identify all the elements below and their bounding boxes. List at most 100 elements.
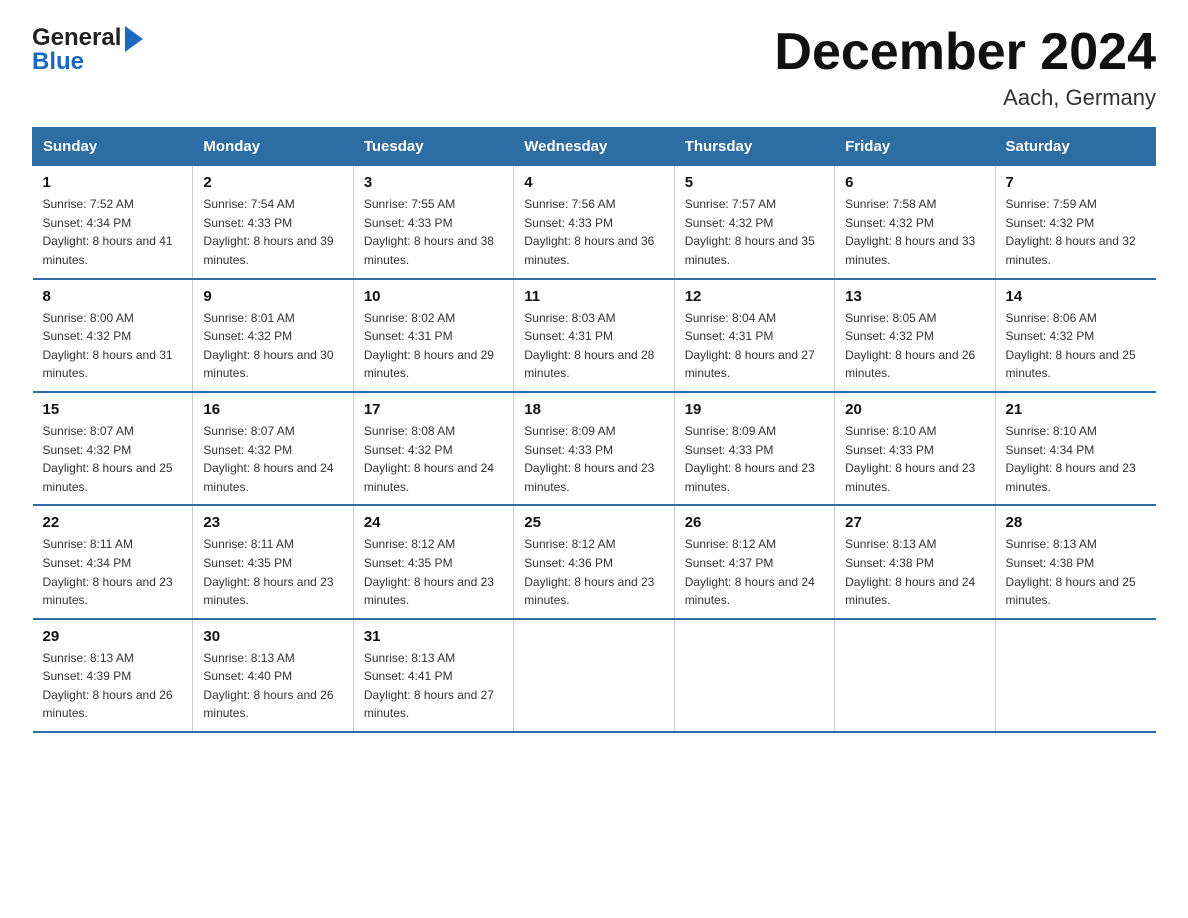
- day-number: 12: [685, 288, 824, 305]
- calendar-cell: 14 Sunrise: 8:06 AMSunset: 4:32 PMDayligh…: [995, 279, 1155, 392]
- calendar-cell: 2Sunrise: 7:54 AMSunset: 4:33 PMDaylight…: [193, 166, 353, 279]
- day-number: 28: [1006, 514, 1146, 531]
- calendar-cell: 26Sunrise: 8:12 AMSunset: 4:37 PMDayligh…: [674, 505, 834, 618]
- day-info: Sunrise: 8:05 AMSunset: 4:32 PMDaylight:…: [845, 309, 984, 383]
- calendar-table: SundayMondayTuesdayWednesdayThursdayFrid…: [32, 127, 1156, 733]
- day-info: Sunrise: 8:13 AMSunset: 4:38 PMDaylight:…: [1006, 535, 1146, 609]
- location: Aach, Germany: [774, 85, 1156, 111]
- weekday-header-wednesday: Wednesday: [514, 128, 674, 166]
- day-number: 3: [364, 174, 503, 191]
- day-number: 4: [524, 174, 663, 191]
- calendar-cell: 4Sunrise: 7:56 AMSunset: 4:33 PMDaylight…: [514, 166, 674, 279]
- calendar-cell: 10 Sunrise: 8:02 AMSunset: 4:31 PMDayligh…: [353, 279, 513, 392]
- day-number: 29: [43, 628, 183, 645]
- day-info: Sunrise: 8:12 AMSunset: 4:36 PMDaylight:…: [524, 535, 663, 609]
- calendar-cell: 11Sunrise: 8:03 AMSunset: 4:31 PMDayligh…: [514, 279, 674, 392]
- day-number: 16: [203, 401, 342, 418]
- weekday-header-tuesday: Tuesday: [353, 128, 513, 166]
- day-number: 13: [845, 288, 984, 305]
- day-number: 1: [43, 174, 183, 191]
- day-info: Sunrise: 8:00 AMSunset: 4:32 PMDaylight:…: [43, 309, 183, 383]
- day-info: Sunrise: 8:11 AMSunset: 4:35 PMDaylight:…: [203, 535, 342, 609]
- calendar-cell: 16 Sunrise: 8:07 AMSunset: 4:32 PMDayligh…: [193, 392, 353, 505]
- day-info: Sunrise: 8:04 AMSunset: 4:31 PMDaylight:…: [685, 309, 824, 383]
- calendar-cell: 27 Sunrise: 8:13 AMSunset: 4:38 PMDayligh…: [835, 505, 995, 618]
- title-block: December 2024 Aach, Germany: [774, 24, 1156, 111]
- day-info: Sunrise: 8:13 AMSunset: 4:38 PMDaylight:…: [845, 535, 984, 609]
- day-info: Sunrise: 7:55 AMSunset: 4:33 PMDaylight:…: [364, 195, 503, 269]
- calendar-cell: 24Sunrise: 8:12 AMSunset: 4:35 PMDayligh…: [353, 505, 513, 618]
- day-info: Sunrise: 8:13 AMSunset: 4:40 PMDaylight:…: [203, 649, 342, 723]
- calendar-cell: 13 Sunrise: 8:05 AMSunset: 4:32 PMDayligh…: [835, 279, 995, 392]
- day-number: 17: [364, 401, 503, 418]
- day-info: Sunrise: 8:09 AMSunset: 4:33 PMDaylight:…: [524, 422, 663, 496]
- calendar-cell: 9Sunrise: 8:01 AMSunset: 4:32 PMDaylight…: [193, 279, 353, 392]
- day-number: 24: [364, 514, 503, 531]
- day-number: 20: [845, 401, 984, 418]
- day-number: 6: [845, 174, 984, 191]
- day-number: 21: [1006, 401, 1146, 418]
- calendar-cell: [674, 619, 834, 732]
- calendar-cell: 8 Sunrise: 8:00 AMSunset: 4:32 PMDaylight…: [33, 279, 193, 392]
- day-number: 25: [524, 514, 663, 531]
- calendar-cell: 17 Sunrise: 8:08 AMSunset: 4:32 PMDayligh…: [353, 392, 513, 505]
- day-info: Sunrise: 8:06 AMSunset: 4:32 PMDaylight:…: [1006, 309, 1146, 383]
- weekday-header-saturday: Saturday: [995, 128, 1155, 166]
- day-info: Sunrise: 8:02 AMSunset: 4:31 PMDaylight:…: [364, 309, 503, 383]
- calendar-cell: 18 Sunrise: 8:09 AMSunset: 4:33 PMDayligh…: [514, 392, 674, 505]
- day-number: 30: [203, 628, 342, 645]
- day-number: 8: [43, 288, 183, 305]
- day-info: Sunrise: 8:08 AMSunset: 4:32 PMDaylight:…: [364, 422, 503, 496]
- calendar-cell: 15 Sunrise: 8:07 AMSunset: 4:32 PMDayligh…: [33, 392, 193, 505]
- day-info: Sunrise: 8:13 AMSunset: 4:39 PMDaylight:…: [43, 649, 183, 723]
- day-number: 9: [203, 288, 342, 305]
- day-info: Sunrise: 7:54 AMSunset: 4:33 PMDaylight:…: [203, 195, 342, 269]
- day-info: Sunrise: 8:03 AMSunset: 4:31 PMDaylight:…: [524, 309, 663, 383]
- day-info: Sunrise: 7:59 AMSunset: 4:32 PMDaylight:…: [1006, 195, 1146, 269]
- calendar-week-1: 1Sunrise: 7:52 AMSunset: 4:34 PMDaylight…: [33, 166, 1156, 279]
- calendar-cell: 7 Sunrise: 7:59 AMSunset: 4:32 PMDaylight…: [995, 166, 1155, 279]
- day-info: Sunrise: 8:13 AMSunset: 4:41 PMDaylight:…: [364, 649, 503, 723]
- calendar-week-4: 22 Sunrise: 8:11 AMSunset: 4:34 PMDayligh…: [33, 505, 1156, 618]
- calendar-cell: 3 Sunrise: 7:55 AMSunset: 4:33 PMDaylight…: [353, 166, 513, 279]
- day-info: Sunrise: 8:10 AMSunset: 4:34 PMDaylight:…: [1006, 422, 1146, 496]
- calendar-cell: 1Sunrise: 7:52 AMSunset: 4:34 PMDaylight…: [33, 166, 193, 279]
- calendar-cell: 31 Sunrise: 8:13 AMSunset: 4:41 PMDayligh…: [353, 619, 513, 732]
- calendar-week-3: 15 Sunrise: 8:07 AMSunset: 4:32 PMDayligh…: [33, 392, 1156, 505]
- day-number: 27: [845, 514, 984, 531]
- calendar-cell: 5Sunrise: 7:57 AMSunset: 4:32 PMDaylight…: [674, 166, 834, 279]
- month-title: December 2024: [774, 24, 1156, 81]
- calendar-cell: [835, 619, 995, 732]
- logo: General Blue: [32, 24, 143, 76]
- day-info: Sunrise: 7:58 AMSunset: 4:32 PMDaylight:…: [845, 195, 984, 269]
- day-number: 19: [685, 401, 824, 418]
- calendar-cell: [995, 619, 1155, 732]
- weekday-header-thursday: Thursday: [674, 128, 834, 166]
- day-number: 22: [43, 514, 183, 531]
- day-info: Sunrise: 8:11 AMSunset: 4:34 PMDaylight:…: [43, 535, 183, 609]
- weekday-header-monday: Monday: [193, 128, 353, 166]
- day-number: 23: [203, 514, 342, 531]
- calendar-cell: 25 Sunrise: 8:12 AMSunset: 4:36 PMDayligh…: [514, 505, 674, 618]
- day-info: Sunrise: 8:07 AMSunset: 4:32 PMDaylight:…: [43, 422, 183, 496]
- day-info: Sunrise: 8:09 AMSunset: 4:33 PMDaylight:…: [685, 422, 824, 496]
- day-number: 31: [364, 628, 503, 645]
- day-info: Sunrise: 7:57 AMSunset: 4:32 PMDaylight:…: [685, 195, 824, 269]
- day-number: 7: [1006, 174, 1146, 191]
- page-header: General Blue December 2024 Aach, Germany: [32, 24, 1156, 111]
- calendar-cell: [514, 619, 674, 732]
- weekday-header-sunday: Sunday: [33, 128, 193, 166]
- logo-blue-text: Blue: [32, 48, 84, 76]
- logo-arrow-icon: [125, 26, 143, 52]
- day-info: Sunrise: 8:07 AMSunset: 4:32 PMDaylight:…: [203, 422, 342, 496]
- calendar-cell: 23 Sunrise: 8:11 AMSunset: 4:35 PMDayligh…: [193, 505, 353, 618]
- calendar-cell: 21 Sunrise: 8:10 AMSunset: 4:34 PMDayligh…: [995, 392, 1155, 505]
- calendar-cell: 19 Sunrise: 8:09 AMSunset: 4:33 PMDayligh…: [674, 392, 834, 505]
- day-number: 15: [43, 401, 183, 418]
- weekday-header-friday: Friday: [835, 128, 995, 166]
- day-number: 14: [1006, 288, 1146, 305]
- calendar-cell: 30 Sunrise: 8:13 AMSunset: 4:40 PMDayligh…: [193, 619, 353, 732]
- day-number: 10: [364, 288, 503, 305]
- day-number: 18: [524, 401, 663, 418]
- day-number: 26: [685, 514, 824, 531]
